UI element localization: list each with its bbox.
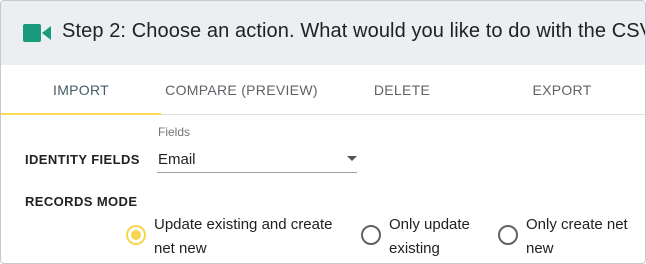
radio-label-line: existing [389, 240, 440, 257]
step-header: Step 2: Choose an action. What would you… [1, 1, 646, 65]
radio-label-line: net new [154, 240, 207, 257]
identity-fields-label: IDENTITY FIELDS [25, 152, 140, 167]
radio-label-only-create: Only create net new [526, 213, 645, 261]
tab-export[interactable]: EXPORT [482, 65, 642, 114]
fields-caption: Fields [158, 125, 191, 139]
tab-delete[interactable]: DELETE [322, 65, 482, 114]
tab-compare-preview[interactable]: COMPARE (PREVIEW) [161, 65, 322, 114]
radio-label-only-update: Only update existing [389, 213, 499, 261]
radio-selected-icon [126, 225, 146, 245]
csv-import-dialog: Step 2: Choose an action. What would you… [0, 0, 646, 264]
identity-field-value: Email [158, 151, 196, 168]
radio-label-line: Update existing and create [154, 216, 333, 233]
identity-field-select[interactable]: Email [157, 145, 357, 173]
tab-import[interactable]: IMPORT [1, 65, 161, 115]
radio-unselected-icon [361, 225, 381, 245]
action-tabs: IMPORT COMPARE (PREVIEW) DELETE EXPORT [1, 65, 645, 115]
radio-unselected-icon [498, 225, 518, 245]
records-mode-label: RECORDS MODE [25, 194, 138, 209]
radio-label-update-and-create: Update existing and create net new [154, 213, 354, 261]
dropdown-arrow-icon [347, 156, 357, 161]
radio-label-line: new [526, 240, 554, 257]
radio-label-line: Only update [389, 216, 470, 233]
radio-label-line: Only create net [526, 216, 628, 233]
step-title: Step 2: Choose an action. What would you… [62, 20, 646, 42]
video-camera-icon [23, 24, 51, 42]
